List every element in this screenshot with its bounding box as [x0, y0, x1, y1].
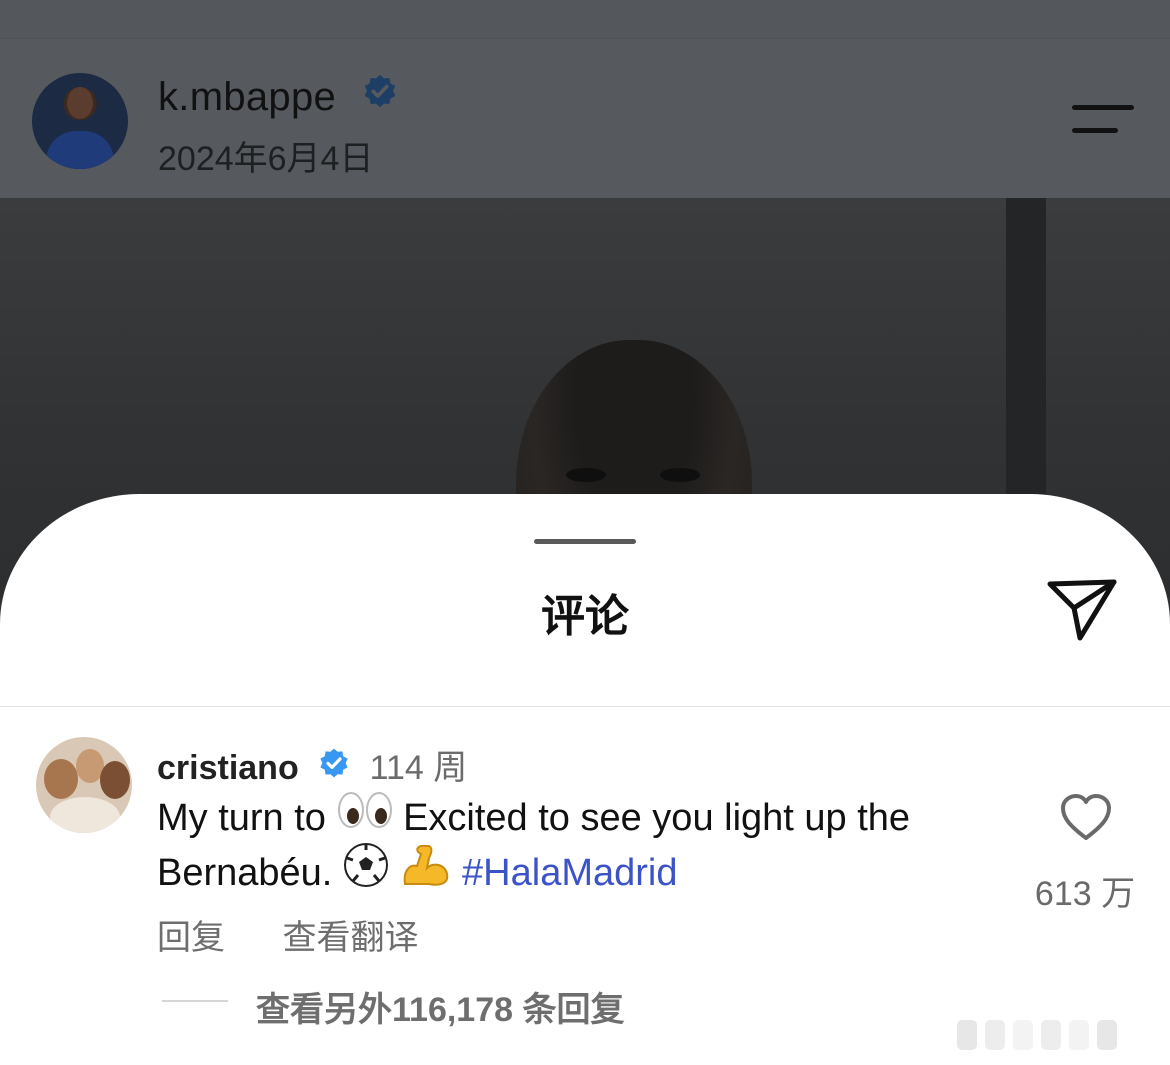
verified-badge-icon	[362, 73, 398, 119]
translate-button[interactable]: 查看翻译	[282, 919, 418, 957]
hashtag-link[interactable]: #HalaMadrid	[462, 852, 677, 894]
avatar-person	[100, 761, 130, 799]
post-date: 2024年6月4日	[158, 140, 374, 178]
share-icon[interactable]	[1044, 574, 1120, 644]
flexed-biceps-emoji	[399, 842, 451, 900]
post-header: k.mbappe 2024年6月4日	[0, 38, 1170, 199]
watermark-icon	[957, 1020, 1117, 1050]
comment-author[interactable]: cristiano 114 周	[157, 740, 467, 791]
menu-icon[interactable]	[1072, 101, 1136, 141]
comment-time: 114 周	[369, 749, 468, 787]
sheet-divider	[0, 706, 1170, 707]
photo-eye-left	[566, 468, 606, 482]
comment-actions: 回复 查看翻译	[157, 910, 466, 959]
verified-badge-icon	[318, 747, 350, 788]
comments-sheet: 评论 cristiano 114 周 My turn to Excited to…	[0, 494, 1170, 1065]
reply-button[interactable]: 回复	[157, 919, 225, 957]
avatar-bed	[50, 797, 120, 833]
comment-text: My turn to Excited to see you light up t…	[157, 792, 987, 904]
soccer-ball-emoji	[343, 842, 389, 900]
status-bar	[0, 0, 1170, 38]
avatar-shirt	[46, 131, 114, 169]
avatar-face	[67, 87, 93, 119]
post-author-avatar[interactable]	[32, 73, 128, 169]
replies-divider-line	[162, 1000, 228, 1002]
commenter-avatar[interactable]	[36, 737, 132, 833]
eyes-emoji	[337, 790, 393, 842]
comment-author-username[interactable]: cristiano	[157, 749, 299, 787]
view-replies-button[interactable]: 查看另外116,178 条回复	[256, 982, 624, 1031]
sheet-title: 评论	[541, 592, 629, 641]
like-count: 613 万	[1034, 875, 1136, 913]
post-author-username[interactable]: k.mbappe	[158, 75, 398, 122]
photo-eye-right	[660, 468, 700, 482]
comment-text-part1: My turn to	[157, 797, 337, 840]
post-author-username-text[interactable]: k.mbappe	[158, 75, 336, 119]
heart-icon[interactable]	[1060, 794, 1112, 842]
sheet-grabber[interactable]	[534, 539, 636, 544]
avatar-person	[44, 759, 78, 799]
